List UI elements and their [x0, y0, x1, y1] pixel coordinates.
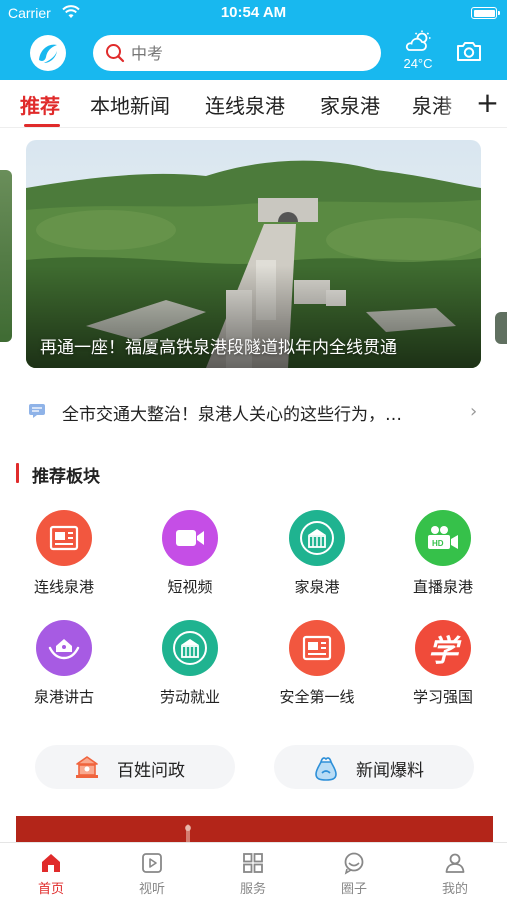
- grid-label: 泉港讲古: [33, 688, 94, 706]
- pill-label: 百姓问政: [117, 761, 185, 781]
- xue-glyph: 学: [428, 634, 458, 669]
- tab-jia-quangang[interactable]: 家泉港: [320, 90, 380, 119]
- active-tab-indicator: [24, 124, 60, 127]
- citizen-inquiry-button[interactable]: 百姓问政: [35, 745, 235, 789]
- user-icon: [445, 853, 465, 873]
- svg-text:HD: HD: [432, 539, 444, 548]
- banner-caption: 再通一座！福厦高铁泉港段隧道拟年内全线贯通: [40, 338, 397, 358]
- message-icon: [29, 404, 45, 418]
- grid-item-live-quangang[interactable]: HD 直播泉港: [388, 510, 498, 597]
- play-icon: [142, 853, 162, 873]
- logo-swirl-icon: [39, 44, 57, 63]
- news-tip-button[interactable]: 新闻爆料: [274, 745, 474, 789]
- hd-camera-icon: HD: [415, 510, 471, 566]
- pill-label: 新闻爆料: [356, 761, 424, 781]
- carousel-next-peek[interactable]: [495, 312, 507, 344]
- grid-item-short-video[interactable]: 短视频: [135, 510, 245, 597]
- section-title: 推荐板块: [32, 467, 100, 487]
- grid-label: 学习强国: [412, 688, 473, 706]
- nav-label: 首页: [37, 882, 64, 897]
- grid-label: 直播泉港: [412, 578, 473, 596]
- status-bar: Carrier 10:54 AM: [0, 0, 507, 28]
- battery-icon: [471, 7, 500, 19]
- tab-recommend[interactable]: 推荐: [20, 90, 60, 119]
- tab-local-news[interactable]: 本地新闻: [90, 90, 170, 119]
- weather-widget[interactable]: 24°C: [398, 30, 438, 71]
- building-icon: [162, 620, 218, 676]
- nav-label: 视听: [138, 882, 165, 897]
- newspaper-icon: [36, 510, 92, 566]
- tab-lianxian-quangang[interactable]: 连线泉港: [205, 90, 285, 119]
- grid-item-xuexi-qiangguo[interactable]: 学 学习强国: [388, 620, 498, 707]
- grid-label: 劳动就业: [159, 688, 220, 706]
- grid-icon: [243, 853, 263, 873]
- nav-services[interactable]: 服务: [223, 851, 283, 897]
- headline-ticker[interactable]: 全市交通大整治！泉港人关心的这些行为，… ›: [0, 390, 507, 432]
- grid-item-safety-frontline[interactable]: 安全第一线: [262, 620, 372, 707]
- megaphone-bag-icon: [315, 757, 337, 781]
- grid-item-quangang-jianggu[interactable]: 泉港讲古: [9, 620, 119, 707]
- add-channel-button[interactable]: +: [468, 80, 507, 126]
- headline-text: 全市交通大整治！泉港人关心的这些行为，…: [62, 405, 402, 425]
- grid-item-jia-quangang[interactable]: 家泉港: [262, 510, 372, 597]
- home-icon: [42, 854, 60, 872]
- nav-label: 圈子: [340, 882, 367, 897]
- grid-label: 家泉港: [294, 578, 340, 596]
- partly-cloudy-icon: [405, 30, 431, 51]
- grid-label: 短视频: [167, 578, 213, 596]
- pagoda-icon: [185, 824, 191, 842]
- weather-temp: 24°C: [403, 56, 433, 71]
- nav-audio-video[interactable]: 视听: [122, 851, 182, 897]
- nav-label: 服务: [239, 882, 266, 897]
- chevron-right-icon: ›: [470, 401, 478, 422]
- promo-banner-strip[interactable]: [16, 816, 493, 842]
- chat-bubble-icon: [344, 852, 364, 875]
- carousel-prev-peek[interactable]: [0, 170, 12, 342]
- section-accent-bar: [16, 463, 19, 483]
- house-hand-icon: [36, 620, 92, 676]
- nav-profile[interactable]: 我的: [425, 851, 485, 897]
- nav-home[interactable]: 首页: [21, 851, 81, 897]
- channel-tabs: 推荐 本地新闻 连线泉港 家泉港 泉港 +: [0, 80, 507, 128]
- xue-char-icon: 学: [415, 620, 471, 676]
- search-input[interactable]: [131, 42, 361, 64]
- building-icon: [289, 510, 345, 566]
- video-camera-icon: [162, 510, 218, 566]
- search-bar[interactable]: [93, 35, 381, 71]
- grid-item-lianxian-quangang[interactable]: 连线泉港: [9, 510, 119, 597]
- nav-circle[interactable]: 圈子: [324, 851, 384, 897]
- camera-icon[interactable]: [456, 40, 482, 62]
- gov-building-icon: [76, 756, 98, 778]
- banner-carousel[interactable]: 再通一座！福厦高铁泉港段隧道拟年内全线贯通: [26, 140, 481, 368]
- app-header: Carrier 10:54 AM 24°C: [0, 0, 507, 80]
- grid-label: 连线泉港: [33, 578, 94, 596]
- tab-fade: [440, 80, 468, 126]
- bottom-nav: 首页 视听 服务 圈子 我的: [0, 842, 507, 900]
- app-logo[interactable]: [30, 35, 66, 71]
- search-icon: [106, 44, 125, 63]
- newspaper-icon: [289, 620, 345, 676]
- grid-item-labor-employment[interactable]: 劳动就业: [135, 620, 245, 707]
- status-time: 10:54 AM: [220, 4, 287, 21]
- nav-label: 我的: [441, 882, 468, 897]
- grid-label: 安全第一线: [279, 688, 355, 706]
